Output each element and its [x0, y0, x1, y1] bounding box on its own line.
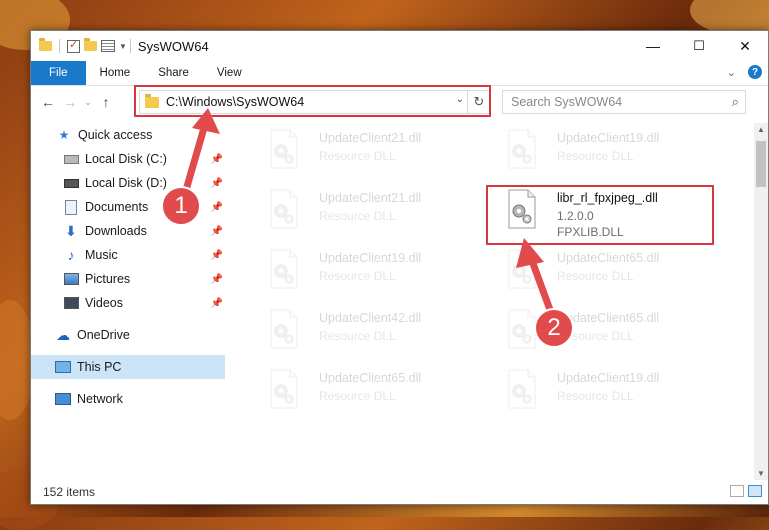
arrow-1 — [182, 108, 220, 191]
arrow-2 — [516, 238, 557, 320]
step-badge-2: 2 — [534, 308, 574, 348]
annotation-arrows — [182, 108, 557, 320]
step-badge-1: 1 — [161, 186, 201, 226]
